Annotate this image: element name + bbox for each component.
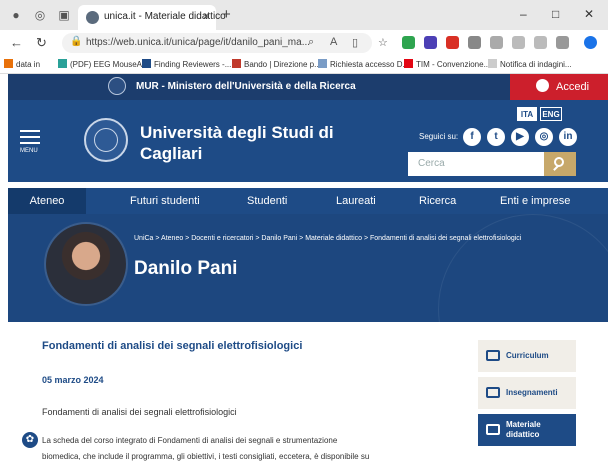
- collections-icon[interactable]: [534, 36, 547, 49]
- nav-enti-imprese[interactable]: Enti e imprese: [500, 188, 570, 214]
- bookmark-item[interactable]: Notifica di indagini...: [488, 59, 572, 69]
- nav-ricerca[interactable]: Ricerca: [419, 188, 456, 214]
- accessibility-settings-icon[interactable]: ✿: [22, 432, 38, 448]
- hamburger-icon: [20, 130, 40, 132]
- bookmark-icon: [58, 59, 67, 68]
- article-paragraph-line1: La scheda del corso integrato di Fondame…: [42, 436, 338, 445]
- address-bar-row: ← ↻ 🔒 https://web.unica.it/unica/page/it…: [0, 30, 608, 56]
- bookmark-item[interactable]: Richiesta accesso D...: [318, 59, 409, 69]
- nav-laureati[interactable]: Laureati: [336, 188, 376, 214]
- main-nav: Ateneo Futuri studenti Studenti Laureati…: [8, 188, 608, 214]
- search-button[interactable]: [544, 152, 576, 176]
- close-window-button[interactable]: ✕: [584, 7, 594, 21]
- university-title-line1[interactable]: Università degli Studi di: [140, 123, 334, 143]
- maximize-button[interactable]: □: [552, 7, 559, 21]
- minimize-button[interactable]: –: [520, 7, 527, 21]
- profile-icon[interactable]: ●: [8, 7, 24, 23]
- workspaces-icon[interactable]: ◎: [32, 7, 48, 23]
- youtube-icon[interactable]: ▶: [511, 128, 529, 146]
- university-title-line2[interactable]: Cagliari: [140, 144, 202, 164]
- split-screen-icon[interactable]: [490, 36, 503, 49]
- bookmark-item[interactable]: Bando | Direzione p...: [232, 59, 321, 69]
- main-content: Fondamenti di analisi dei segnali elettr…: [8, 322, 608, 461]
- sidebar-item-label: Insegnamenti: [506, 388, 558, 397]
- site-favicon-icon: [86, 11, 99, 24]
- extension-1-icon[interactable]: [402, 36, 415, 49]
- nav-ateneo[interactable]: Ateneo: [8, 188, 86, 214]
- search-input[interactable]: Cerca: [408, 152, 544, 176]
- profile-hero: UniCa > Ateneo > Docenti e ricercatori >…: [8, 214, 608, 322]
- reload-icon[interactable]: ↻: [36, 35, 47, 51]
- url-text: https://web.unica.it/unica/page/it/danil…: [86, 37, 311, 48]
- sidebar-item-materiale-didattico[interactable]: Materiale didattico: [478, 414, 576, 446]
- ministry-bar: MUR - Ministero dell'Università e della …: [8, 74, 608, 100]
- avatar: [44, 222, 128, 306]
- sidebar-item-curriculum[interactable]: Curriculum: [478, 340, 576, 372]
- favorites-icon[interactable]: [512, 36, 525, 49]
- edit-icon: [486, 350, 500, 361]
- bookmark-icon: [318, 59, 327, 68]
- user-icon: [536, 79, 549, 92]
- instagram-icon[interactable]: ◎: [535, 128, 553, 146]
- sidebar-item-label: Materiale didattico: [506, 420, 541, 439]
- bookmark-item[interactable]: Finding Reviewers -...: [142, 59, 231, 69]
- bookmark-icon: [232, 59, 241, 68]
- zoom-icon[interactable]: ⌕: [308, 36, 314, 49]
- bookmark-icon: [4, 59, 13, 68]
- lang-it-button[interactable]: ITA: [517, 107, 537, 121]
- sidebar-item-insegnamenti[interactable]: Insegnamenti: [478, 377, 576, 409]
- login-label: Accedi: [556, 81, 590, 93]
- sidebar-item-label: Curriculum: [506, 351, 549, 360]
- search-placeholder: Cerca: [418, 158, 445, 169]
- lang-en-button[interactable]: ENG: [540, 107, 562, 121]
- bookmark-icon: [404, 59, 413, 68]
- tab-actions-icon[interactable]: ▣: [56, 7, 72, 23]
- article-title: Fondamenti di analisi dei segnali elettr…: [42, 340, 303, 352]
- extension-4-icon[interactable]: [468, 36, 481, 49]
- extension-3-icon[interactable]: [446, 36, 459, 49]
- login-button[interactable]: Accedi: [510, 74, 608, 100]
- browser-tab[interactable]: unica.it - Materiale didattico ×: [78, 5, 226, 30]
- site-header: MENU Università degli Studi di Cagliari …: [8, 100, 608, 182]
- linkedin-icon[interactable]: in: [559, 128, 577, 146]
- article-date: 05 marzo 2024: [42, 375, 104, 385]
- page-title: Danilo Pani: [134, 258, 238, 279]
- settings-more-icon[interactable]: [556, 36, 569, 49]
- back-icon[interactable]: ←: [10, 35, 23, 50]
- lock-icon: 🔒: [70, 36, 83, 47]
- folder-icon: [486, 424, 500, 435]
- ministry-link[interactable]: MUR - Ministero dell'Università e della …: [136, 81, 356, 92]
- url-field[interactable]: 🔒 https://web.unica.it/unica/page/it/dan…: [62, 33, 372, 53]
- italy-emblem-icon: [108, 77, 126, 95]
- menu-label: MENU: [20, 148, 38, 154]
- menu-button[interactable]: MENU: [20, 130, 40, 154]
- breadcrumb[interactable]: UniCa > Ateneo > Docenti e ricercatori >…: [134, 235, 521, 242]
- bookmark-item[interactable]: (PDF) EEG MouseA...: [58, 59, 149, 69]
- reader-view-icon[interactable]: ▯: [352, 36, 358, 49]
- read-aloud-icon[interactable]: A: [330, 36, 337, 48]
- university-seal-logo[interactable]: [84, 118, 128, 162]
- twitter-icon[interactable]: t: [487, 128, 505, 146]
- bookmark-item[interactable]: data in: [4, 59, 40, 69]
- follow-label: Seguici su:: [419, 132, 459, 141]
- decorative-seal: [438, 214, 608, 322]
- facebook-icon[interactable]: f: [463, 128, 481, 146]
- copilot-icon[interactable]: [584, 36, 597, 49]
- book-icon: [486, 387, 500, 398]
- extension-2-icon[interactable]: [424, 36, 437, 49]
- nav-futuri-studenti[interactable]: Futuri studenti: [130, 188, 200, 214]
- browser-tab-bar: ● ◎ ▣ unica.it - Materiale didattico × +…: [0, 0, 608, 30]
- favorite-star-icon[interactable]: ☆: [378, 36, 388, 49]
- bookmark-icon: [142, 59, 151, 68]
- article-subtitle: Fondamenti di analisi dei segnali elettr…: [42, 407, 237, 417]
- new-tab-button[interactable]: +: [222, 6, 231, 23]
- bookmarks-bar: data in (PDF) EEG MouseA... Finding Revi…: [0, 56, 608, 74]
- nav-studenti[interactable]: Studenti: [247, 188, 287, 214]
- tab-close-button[interactable]: ×: [203, 9, 210, 23]
- bookmark-icon: [488, 59, 497, 68]
- bookmark-item[interactable]: TIM - Convenzione...: [404, 59, 490, 69]
